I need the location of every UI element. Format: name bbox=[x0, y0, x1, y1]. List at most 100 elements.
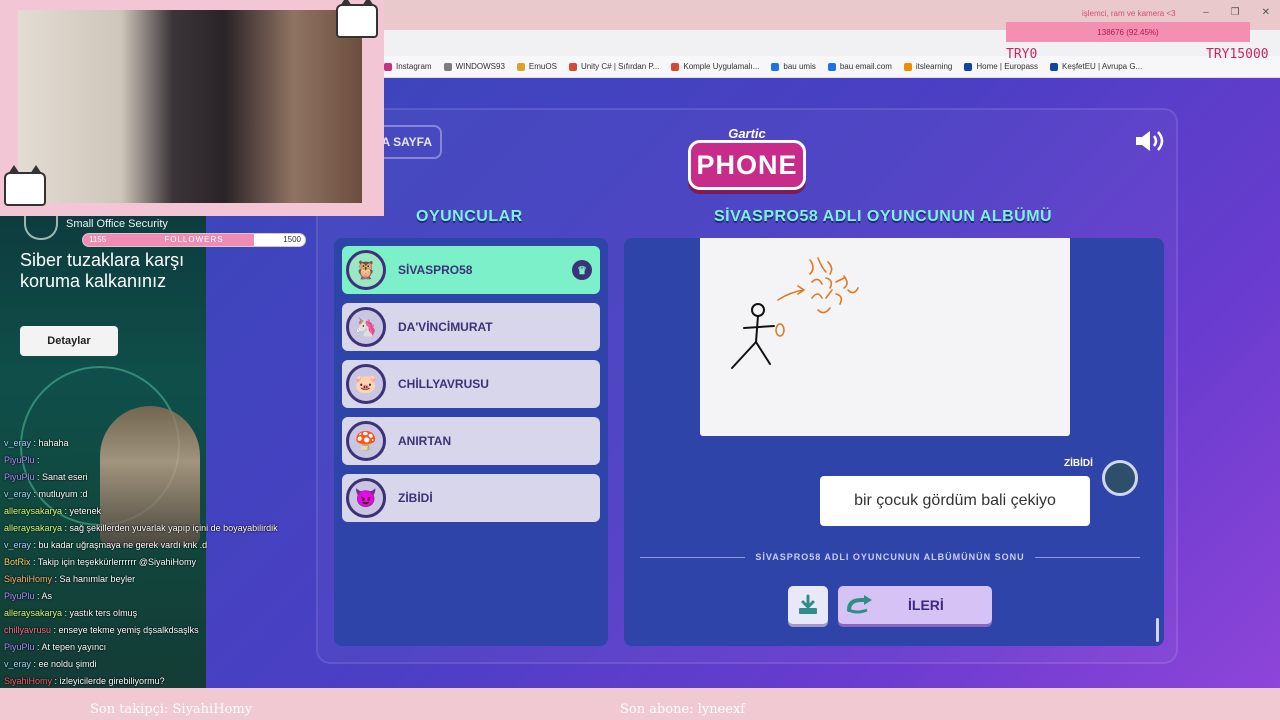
chat-message: v_eray : hahaha bbox=[4, 438, 69, 448]
chat-text: : izleyicilerde girebiliyormu? bbox=[54, 676, 165, 686]
chat-message: alleraysakarya : yastık ters olmuş bbox=[4, 608, 137, 618]
chat-message: chillyavrusu : enseye tekme yemiş dşsalk… bbox=[4, 625, 199, 635]
bookmark-item[interactable]: EmuOS bbox=[516, 62, 557, 71]
player-row[interactable]: 😈 ZİBİDİ bbox=[342, 474, 600, 522]
chat-username: v_eray bbox=[4, 659, 32, 669]
guess-author-name: ZİBİDİ bbox=[1064, 458, 1093, 469]
bookmark-item[interactable]: Komple Uygulamalı... bbox=[671, 62, 759, 71]
followers-target: 1500 bbox=[283, 235, 301, 244]
chat-message: alleraysakarya : yetenek bbox=[4, 506, 101, 516]
window-controls: – ❐ ✕ bbox=[1203, 7, 1270, 18]
player-name: SİVASPRO58 bbox=[398, 263, 473, 277]
chat-username: v_eray bbox=[4, 489, 32, 499]
minimize-icon[interactable]: – bbox=[1203, 7, 1209, 18]
bookmark-label: Home | Europass bbox=[976, 62, 1039, 71]
chat-username: alleraysakarya bbox=[4, 608, 63, 618]
players-title: OYUNCULAR bbox=[416, 208, 523, 225]
chat-text: : ee noldu şimdi bbox=[33, 659, 97, 669]
bookmark-favicon-icon bbox=[827, 62, 836, 71]
ad-brand: Small Office Security bbox=[66, 218, 168, 230]
chat-username: alleraysakarya bbox=[4, 506, 63, 516]
system-overlay-title: işlemci, ram ve kamera <3 bbox=[1082, 9, 1176, 18]
chat-text: : bu kadar uğraşmaya ne gerek vardı knk … bbox=[33, 540, 208, 550]
bookmark-label: bau email.com bbox=[839, 62, 892, 71]
guess-bubble: bir çocuk gördüm bali çekiyo bbox=[820, 476, 1090, 526]
bookmark-favicon-icon bbox=[964, 62, 973, 71]
guess-author-avatar bbox=[1102, 460, 1138, 496]
bookmark-favicon-icon bbox=[1050, 62, 1059, 71]
bookmark-item[interactable]: WINDOWS93 bbox=[443, 62, 505, 71]
player-name: DA'VİNCİMURAT bbox=[398, 320, 493, 334]
webcam-feed bbox=[18, 10, 362, 203]
bookmark-item[interactable]: bau email.com bbox=[827, 62, 892, 71]
player-row[interactable]: 🦉 SİVASPRO58 ♛ bbox=[342, 246, 600, 294]
bookmark-favicon-icon bbox=[568, 62, 577, 71]
chat-username: BotRix bbox=[4, 557, 31, 567]
donation-goal-current: TRY0 bbox=[1006, 47, 1038, 62]
player-name: ANIRTAN bbox=[398, 434, 452, 448]
next-button[interactable]: İLERİ bbox=[838, 586, 992, 624]
bookmark-item[interactable]: Unity C# | Sıfırdan P... bbox=[568, 62, 660, 71]
cpu-usage-bar: 138676 (92.45%) bbox=[1006, 22, 1250, 42]
divider-line bbox=[1034, 556, 1140, 558]
chat-username: PiyuPlu bbox=[4, 642, 35, 652]
player-avatar-icon: 🐷 bbox=[346, 364, 386, 404]
webcam-frame bbox=[0, 0, 384, 216]
restore-icon[interactable]: ❐ bbox=[1231, 7, 1240, 18]
bookmark-favicon-icon bbox=[384, 62, 392, 71]
cat-sticker-icon bbox=[336, 0, 378, 38]
bookmark-favicon-icon bbox=[771, 62, 780, 71]
album-end-divider: SİVASPRO58 ADLI OYUNCUNUN ALBÜMÜNÜN SONU bbox=[640, 552, 1140, 562]
bookmark-label: Instagram bbox=[396, 62, 432, 71]
donation-goal-target: TRY15000 bbox=[1206, 47, 1269, 62]
crown-icon: ♛ bbox=[572, 260, 592, 280]
chat-username: alleraysakarya bbox=[4, 523, 63, 533]
players-panel: 🦉 SİVASPRO58 ♛ 🦄 DA'VİNCİMURAT 🐷 CHİLLYAVRUSU 🍄… bbox=[334, 238, 608, 646]
bookmark-item[interactable]: Home | Europass bbox=[964, 62, 1038, 71]
album-scrollbar[interactable] bbox=[1156, 618, 1159, 642]
next-button-label: İLERİ bbox=[908, 597, 944, 613]
player-name: ZİBİDİ bbox=[398, 491, 433, 505]
bookmark-favicon-icon bbox=[516, 62, 525, 71]
chat-username: PiyuPlu bbox=[4, 591, 35, 601]
bookmark-item[interactable]: Instagram bbox=[384, 62, 432, 71]
ad-details-button[interactable]: Detaylar bbox=[20, 326, 118, 356]
chat-text: : Takip için teşekkürlerrrrrr @SiyahiHom… bbox=[33, 557, 197, 567]
chat-username: v_eray bbox=[4, 438, 32, 448]
player-row[interactable]: 🍄 ANIRTAN bbox=[342, 417, 600, 465]
logo-small-text: Gartic bbox=[728, 126, 766, 141]
chat-text: : enseye tekme yemiş dşsalkdsaşlks bbox=[53, 625, 199, 635]
followers-goal-bar: 1155 FOLLOWERS 1500 bbox=[82, 233, 306, 247]
chat-username: PiyuPlu bbox=[4, 472, 35, 482]
download-button[interactable] bbox=[788, 586, 828, 624]
followers-label: FOLLOWERS bbox=[164, 235, 224, 244]
bookmark-label: bau umis bbox=[783, 62, 816, 71]
bookmark-label: WINDOWS93 bbox=[455, 62, 505, 71]
chat-text: : Sa hanımlar beyler bbox=[54, 574, 136, 584]
bookmark-label: KeşfetEU | Avrupa G... bbox=[1062, 62, 1143, 71]
chat-text: : Sanat eseri bbox=[37, 472, 88, 482]
bookmark-label: Unity C# | Sıfırdan P... bbox=[580, 62, 660, 71]
bookmark-item[interactable]: bau umis bbox=[771, 62, 816, 71]
close-icon[interactable]: ✕ bbox=[1262, 7, 1270, 18]
album-title: SİVASPRO58 ADLI OYUNCUNUN ALBÜMÜ bbox=[714, 208, 1053, 225]
chat-overlay: v_eray : hahaha PiyuPlu : PiyuPlu : Sanat … bbox=[0, 438, 330, 694]
bookmark-item[interactable]: itslearning bbox=[903, 62, 952, 71]
ad-headline: Siber tuzaklara karşı koruma kalkanınız bbox=[20, 250, 185, 291]
chat-username: SiyahiHomy bbox=[4, 676, 53, 686]
album-panel: ZİBİDİ bir çocuk gördüm bali çekiyo SİVA… bbox=[624, 238, 1164, 646]
bookmark-item[interactable]: KeşfetEU | Avrupa G... bbox=[1050, 62, 1142, 71]
sound-icon[interactable] bbox=[1134, 129, 1166, 153]
chat-text: : yetenek bbox=[64, 506, 102, 516]
player-row[interactable]: 🦄 DA'VİNCİMURAT bbox=[342, 303, 600, 351]
bookmark-favicon-icon bbox=[443, 62, 452, 71]
chat-message: PiyuPlu : At tepen yayıncı bbox=[4, 642, 106, 652]
chat-message: alleraysakarya : sağ şekillerden yuvarla… bbox=[4, 523, 278, 533]
divider-line bbox=[640, 556, 746, 558]
chat-username: v_eray bbox=[4, 540, 32, 550]
player-avatar-icon: 🦄 bbox=[346, 307, 386, 347]
last-subscriber: Son abone: lyneexf bbox=[620, 702, 746, 717]
chat-message: v_eray : bu kadar uğraşmaya ne gerek var… bbox=[4, 540, 207, 550]
player-row[interactable]: 🐷 CHİLLYAVRUSU bbox=[342, 360, 600, 408]
chat-message: v_eray : mutluyum :d bbox=[4, 489, 88, 499]
